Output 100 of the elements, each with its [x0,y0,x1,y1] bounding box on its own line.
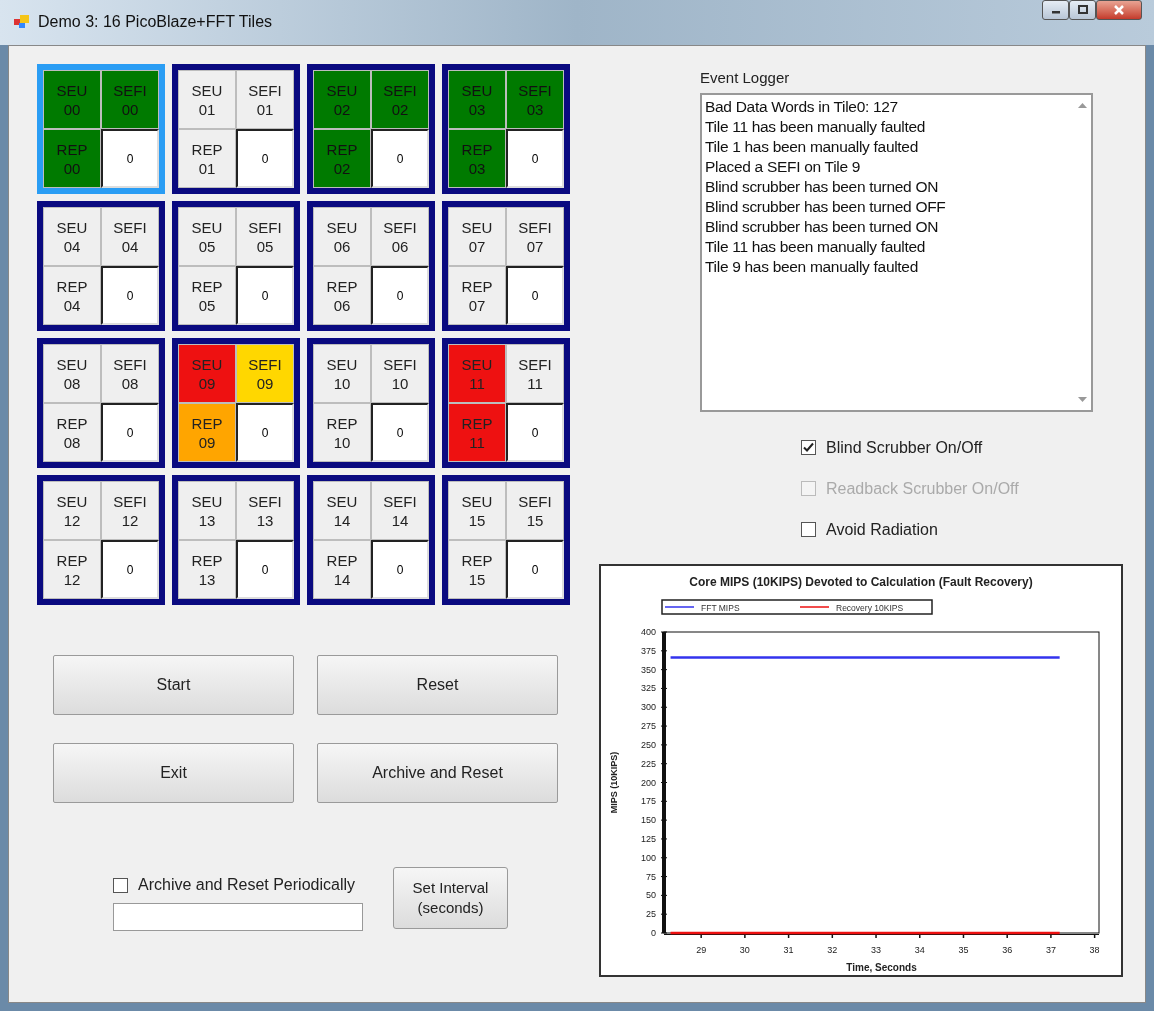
count-field: 0 [371,129,429,188]
tile-cell-button[interactable]: SEFI 14 [371,481,429,540]
tile-cell-button[interactable]: SEFI 01 [236,70,294,129]
tile-panel[interactable]: SEU 01 SEFI 01 REP 01 0 [172,64,300,194]
y-tick-label: 350 [640,664,656,675]
maximize-icon [1076,5,1089,15]
log-entry: Tile 11 has been manually faulted [705,116,927,137]
y-tick-label: 150 [640,814,656,825]
chart-title: Core MIPS (10KIPS) Devoted to Calculation (Fault Recovery) [689,574,1033,589]
action-button[interactable]: Start [53,655,294,715]
tile-panel[interactable]: SEU 04 SEFI 04 REP 04 0 [37,201,165,331]
tile-cell-button[interactable]: SEFI 13 [236,481,294,540]
tile-cell-button[interactable]: REP 06 [313,266,371,325]
y-tick-label: 275 [640,720,656,731]
count-field: 0 [236,266,294,325]
tile-cell-button[interactable]: SEU 08 [43,344,101,403]
tile-panel[interactable]: SEU 09 SEFI 09 REP 09 0 [172,338,300,468]
tile-cell-button[interactable]: REP 05 [178,266,236,325]
tile-cell-button[interactable]: SEU 10 [313,344,371,403]
tile-cell-button[interactable]: REP 08 [43,403,101,462]
checkbox[interactable] [801,440,816,455]
count-field: 0 [506,129,564,188]
action-button[interactable]: Reset [317,655,558,715]
tile-cell-button[interactable]: SEU 14 [313,481,371,540]
tile-cell-button[interactable]: SEFI 05 [236,207,294,266]
y-tick-label: 250 [640,739,656,750]
tile-panel[interactable]: SEU 15 SEFI 15 REP 15 0 [442,475,570,605]
minimize-button[interactable] [1042,0,1069,20]
action-button[interactable]: Exit [53,743,294,803]
tile-panel[interactable]: SEU 14 SEFI 14 REP 14 0 [307,475,435,605]
tile-cell-button[interactable]: SEFI 15 [506,481,564,540]
count-field: 0 [371,403,429,462]
log-entry: Bad Data Words in Tile0: 127 [705,96,899,117]
tile-panel[interactable]: SEU 06 SEFI 06 REP 06 0 [307,201,435,331]
tile-cell-button[interactable]: REP 10 [313,403,371,462]
maximize-button[interactable] [1069,0,1096,20]
tile-cell-button[interactable]: REP 11 [448,403,506,462]
tile-cell-button[interactable]: REP 01 [178,129,236,188]
log-entry: Placed a SEFI on Tile 9 [705,156,862,177]
tile-cell-button[interactable]: SEU 11 [448,344,506,403]
log-entry: Blind scrubber has been turned OFF [705,196,947,217]
interval-field[interactable] [113,903,363,931]
x-tick-label: 30 [739,944,750,955]
x-tick-label: 36 [1002,944,1013,955]
tile-cell-button[interactable]: REP 15 [448,540,506,599]
tile-cell-button[interactable]: SEU 01 [178,70,236,129]
app-icon [14,15,30,29]
scroll-down-icon[interactable] [1078,396,1087,402]
tile-cell-button[interactable]: SEFI 06 [371,207,429,266]
checkbox[interactable] [113,877,128,893]
checkbox[interactable] [801,522,816,537]
checkbox-label: Readback Scrubber On/Off [826,478,1019,499]
count-field: 0 [506,266,564,325]
action-button[interactable]: Archive and Reset [317,743,558,803]
tile-cell-button[interactable]: SEU 07 [448,207,506,266]
tile-cell-button[interactable]: SEFI 08 [101,344,159,403]
count-field: 0 [101,129,159,188]
tile-cell-button[interactable]: SEFI 09 [236,344,294,403]
tile-cell-button[interactable]: SEFI 11 [506,344,564,403]
tile-panel[interactable]: SEU 12 SEFI 12 REP 12 0 [37,475,165,605]
tile-cell-button[interactable]: REP 07 [448,266,506,325]
count-field: 0 [101,540,159,599]
tile-panel[interactable]: SEU 07 SEFI 07 REP 07 0 [442,201,570,331]
count-field: 0 [236,403,294,462]
count-field: 0 [236,129,294,188]
tile-cell-button[interactable]: SEU 05 [178,207,236,266]
tile-cell-button[interactable]: SEFI 12 [101,481,159,540]
tile-panel[interactable]: SEU 10 SEFI 10 REP 10 0 [307,338,435,468]
tile-panel[interactable]: SEU 13 SEFI 13 REP 13 0 [172,475,300,605]
count-field: 0 [236,540,294,599]
tile-cell-button[interactable]: REP 13 [178,540,236,599]
tile-panel[interactable]: SEU 08 SEFI 08 REP 08 0 [37,338,165,468]
x-tick-label: 29 [696,944,707,955]
checkbox-label: Blind Scrubber On/Off [826,437,983,458]
scroll-up-icon[interactable] [1078,102,1087,108]
tile-cell-button[interactable]: REP 14 [313,540,371,599]
tile-cell-button[interactable]: SEU 04 [43,207,101,266]
tile-panel[interactable]: SEU 05 SEFI 05 REP 05 0 [172,201,300,331]
tile-cell-button[interactable]: SEFI 04 [101,207,159,266]
tile-cell-button[interactable]: SEU 12 [43,481,101,540]
tile-cell-button[interactable]: REP 12 [43,540,101,599]
y-tick-label: 400 [640,626,656,637]
tile-panel[interactable]: SEU 11 SEFI 11 REP 11 0 [442,338,570,468]
tile-cell-button[interactable]: SEU 15 [448,481,506,540]
checkbox-label: Archive and Reset Periodically [138,875,355,895]
tile-cell-button[interactable]: SEFI 07 [506,207,564,266]
count-field: 0 [101,403,159,462]
set-interval-button[interactable]: Set Interval (seconds) [393,867,508,929]
close-button[interactable] [1096,0,1142,20]
tile-cell-button[interactable]: SEU 09 [178,344,236,403]
y-tick-label: 300 [640,701,656,712]
legend-line [664,605,695,608]
legend-line [799,605,830,608]
tile-cell-button[interactable]: SEFI 10 [371,344,429,403]
x-axis-label: Time, Seconds [846,961,917,973]
tile-cell-button[interactable]: REP 09 [178,403,236,462]
tile-cell-button[interactable]: SEU 13 [178,481,236,540]
tile-cell-button[interactable]: REP 04 [43,266,101,325]
tile-cell-button[interactable]: SEU 06 [313,207,371,266]
count-field: 0 [506,403,564,462]
